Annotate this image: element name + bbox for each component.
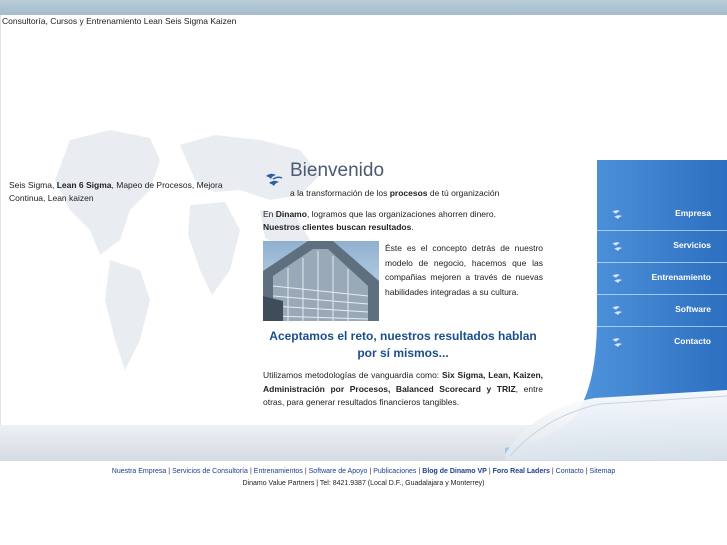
top-bar <box>0 0 727 15</box>
methods-text: Utilizamos metodologías de vanguardia co… <box>263 369 543 410</box>
footer-link-sitemap[interactable]: Sitemap <box>590 468 616 475</box>
footer-links: Nuestra Empresa | Servicios de Consultoría… <box>111 468 616 475</box>
welcome-sub-bold: procesos <box>389 188 428 198</box>
footer-link-servicios[interactable]: Servicios de Consultoría <box>172 468 248 475</box>
dinamo-mark-icon <box>612 210 622 219</box>
methods-prefix: Utilizamos metodologías de vanguardia co… <box>263 370 442 380</box>
headline: Aceptamos el reto, nuestros resultados h… <box>269 329 537 360</box>
dinamo-logo-icon <box>266 173 283 186</box>
dinamo-mark-icon <box>612 274 622 283</box>
building-photo <box>263 241 379 321</box>
nav-label: Servicios <box>673 240 711 250</box>
welcome-sub-suffix: de tú organización <box>427 188 500 198</box>
nav-label: Software <box>675 304 711 314</box>
intro-brand: Dinamo <box>275 209 307 219</box>
nav-servicios[interactable]: Servicios <box>600 231 727 261</box>
intro-end: . <box>411 222 414 232</box>
dinamo-mark-icon <box>612 306 622 315</box>
dinamo-mark-icon <box>612 242 622 251</box>
footer-link-publicaciones[interactable]: Publicaciones <box>373 468 416 475</box>
footer-link-contacto[interactable]: Contacto <box>556 468 584 475</box>
footer-info: Dinamo Value Partners | Tel: 8421.9387 (… <box>242 480 485 487</box>
footer-link-blog[interactable]: Blog de Dinamo VP <box>422 468 487 475</box>
footer-link-foro[interactable]: Foro Real Laders <box>493 468 550 475</box>
nav-label: Entrenamiento <box>651 272 711 282</box>
footer-link-software[interactable]: Software de Apoyo <box>309 468 368 475</box>
welcome-sub-prefix: a la transformación de los <box>290 188 390 198</box>
welcome-title: Bienvenido <box>290 160 385 181</box>
intro-prefix: En <box>263 209 276 219</box>
nav-contacto[interactable]: Contacto <box>600 327 727 357</box>
nav-label: Contacto <box>674 336 711 346</box>
site-title: Consultoría, Cursos y Entrenamiento Lean… <box>2 16 237 26</box>
tagline-part1: Seis Sigma, <box>9 180 57 190</box>
footer-link-empresa[interactable]: Nuestra Empresa <box>112 468 166 475</box>
tagline: Seis Sigma, Lean 6 Sigma, Mapeo de Proce… <box>9 179 249 205</box>
nav-label: Empresa <box>675 208 711 218</box>
intro-body: , logramos que las organizaciones ahorre… <box>306 209 496 219</box>
tagline-bold: Lean 6 Sigma <box>56 180 112 190</box>
dinamo-mark-icon <box>612 338 622 347</box>
intro-text: En Dinamo, logramos que las organizacion… <box>263 208 543 234</box>
footer-link-entrenamientos[interactable]: Entrenamientos <box>254 468 303 475</box>
welcome-subtitle: a la transformación de los procesos de t… <box>290 188 499 198</box>
nav-software[interactable]: Software <box>600 295 727 325</box>
nav-empresa[interactable]: Empresa <box>600 199 727 229</box>
nav-entrenamiento[interactable]: Entrenamiento <box>600 263 727 293</box>
intro-bold-line: Nuestros clientes buscan resultados <box>263 222 412 232</box>
